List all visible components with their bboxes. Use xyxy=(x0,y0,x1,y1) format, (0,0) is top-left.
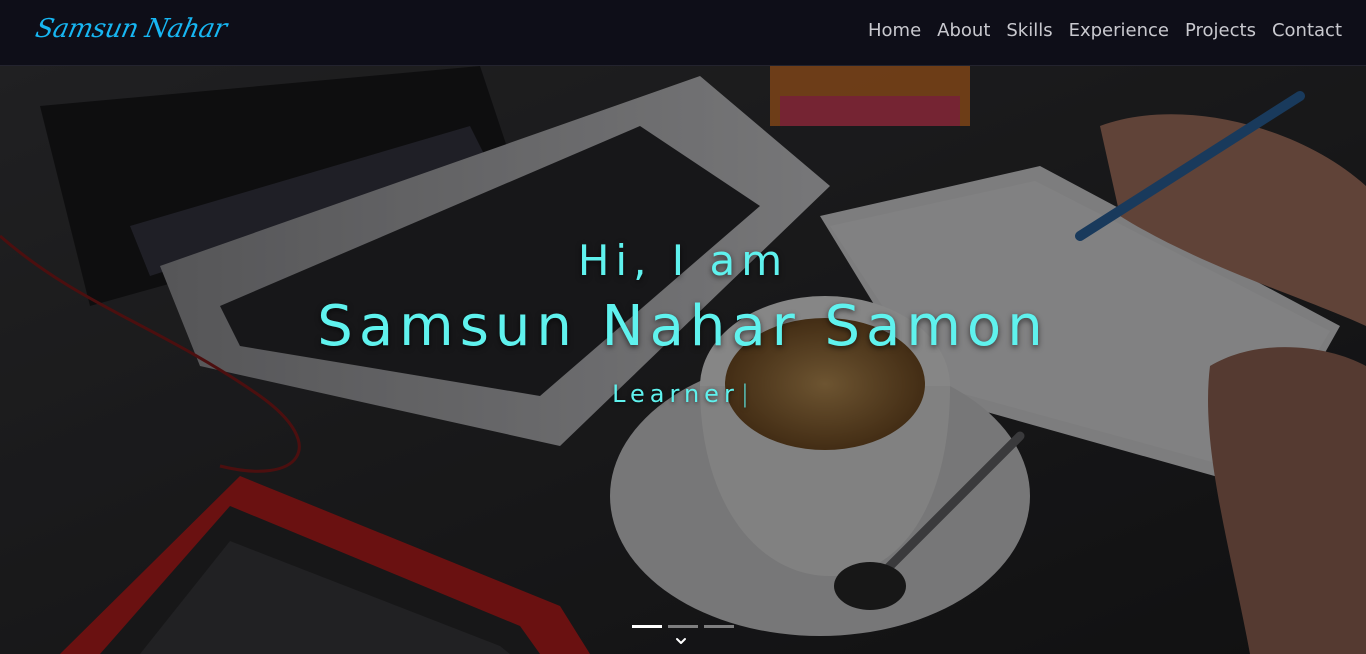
hero-role: Learner xyxy=(612,380,739,408)
brand-logo[interactable]: Samsun Nahar xyxy=(33,14,229,44)
carousel-indicator-2[interactable] xyxy=(668,625,698,628)
carousel-indicators xyxy=(632,625,734,628)
chevron-down-icon[interactable] xyxy=(674,634,688,648)
hero-greeting: Hi, I am xyxy=(577,236,789,285)
nav-links: Home About Skills Experience Projects Co… xyxy=(868,20,1342,41)
carousel-indicator-3[interactable] xyxy=(704,625,734,628)
hero-content: Hi, I am Samsun Nahar Samon Learner| xyxy=(0,66,1366,654)
navbar: Samsun Nahar Home About Skills Experienc… xyxy=(0,0,1366,66)
hero-section: Hi, I am Samsun Nahar Samon Learner| xyxy=(0,66,1366,654)
nav-link-skills[interactable]: Skills xyxy=(1006,20,1052,41)
carousel-indicator-1[interactable] xyxy=(632,625,662,628)
hero-role-line: Learner| xyxy=(0,380,1366,408)
nav-link-projects[interactable]: Projects xyxy=(1185,20,1256,41)
nav-link-home[interactable]: Home xyxy=(868,20,921,41)
typing-cursor: | xyxy=(740,380,754,408)
nav-link-experience[interactable]: Experience xyxy=(1069,20,1169,41)
nav-link-contact[interactable]: Contact xyxy=(1272,20,1342,41)
hero-name: Samsun Nahar Samon xyxy=(317,294,1049,359)
nav-link-about[interactable]: About xyxy=(937,20,990,41)
page: Samsun Nahar Home About Skills Experienc… xyxy=(0,0,1366,654)
